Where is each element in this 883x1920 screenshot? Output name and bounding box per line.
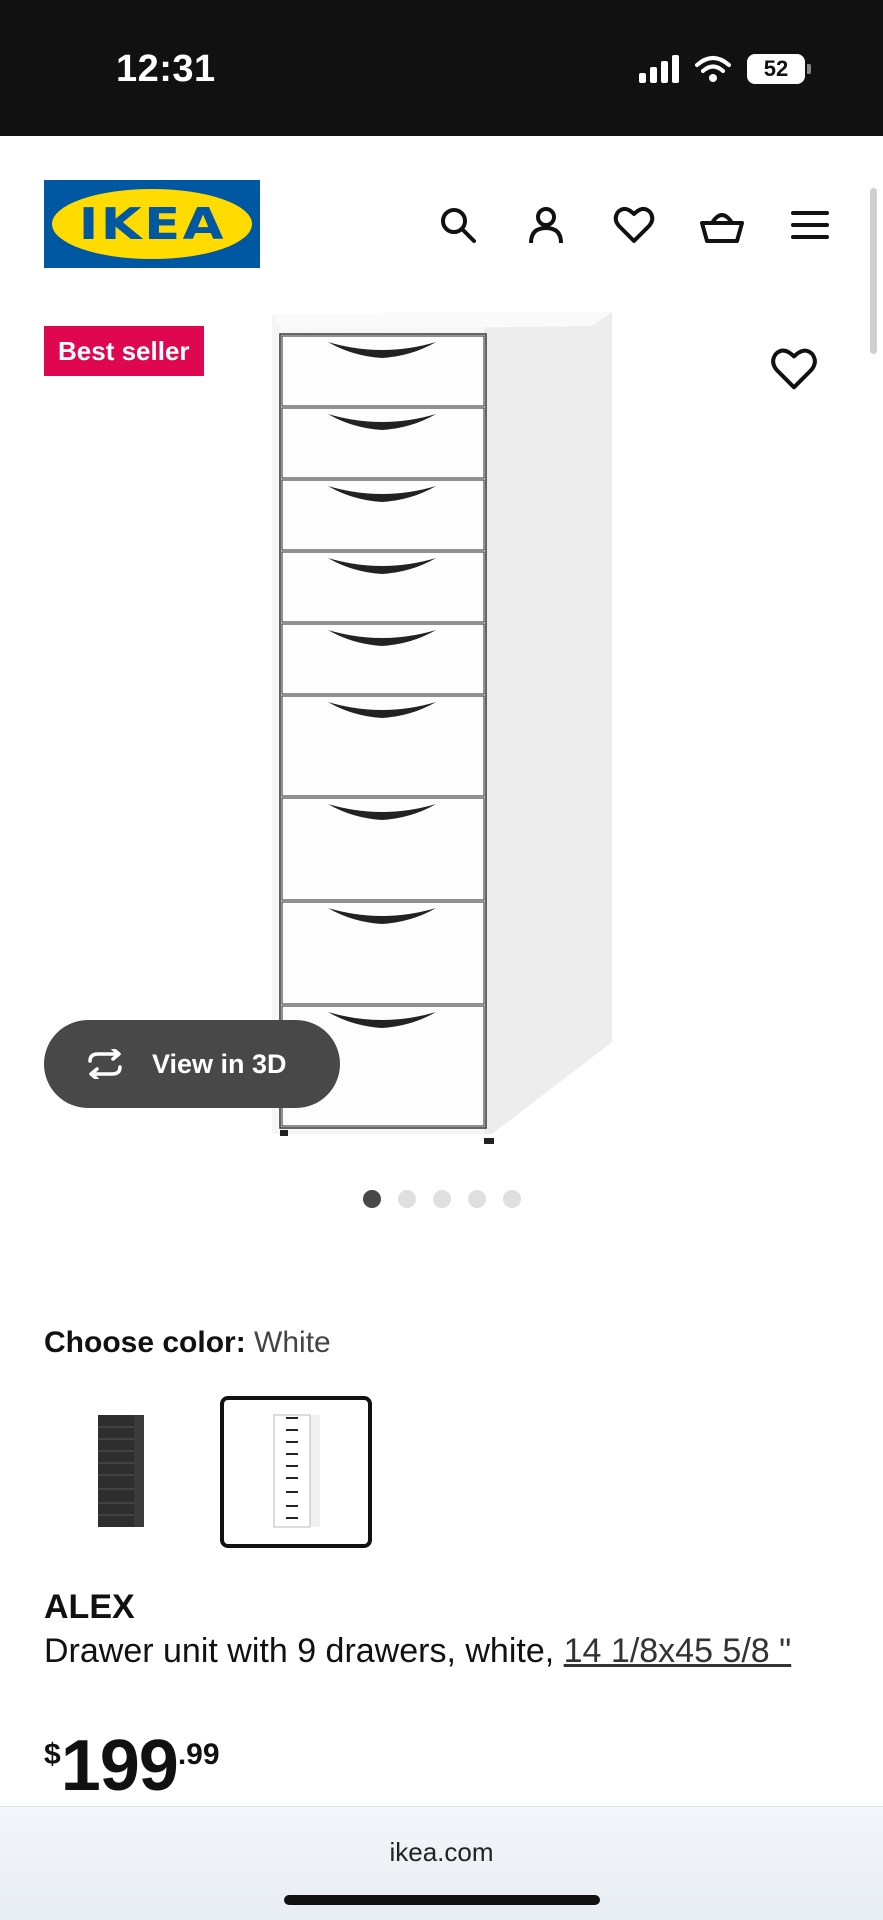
battery-level: 52: [763, 56, 789, 81]
product-price: $ 199 .99: [44, 1730, 220, 1802]
color-swatch-black-brown[interactable]: [44, 1396, 196, 1548]
url-text[interactable]: ikea.com: [0, 1837, 883, 1868]
status-indicators: 52: [639, 54, 811, 84]
color-swatches: [44, 1396, 372, 1548]
view-in-3d-label: View in 3D: [152, 1048, 287, 1079]
account-icon[interactable]: [523, 202, 569, 248]
choose-color-value: White: [254, 1326, 331, 1359]
choose-color: Choose color: White: [44, 1326, 331, 1360]
status-bar: 12:31 52: [0, 0, 883, 136]
black-brown-unit-thumbnail: [98, 1415, 144, 1527]
best-seller-badge: Best seller: [44, 326, 204, 376]
price-currency: $: [44, 1738, 61, 1771]
color-swatch-white[interactable]: [220, 1396, 372, 1548]
logo-text: IKEA: [78, 198, 226, 250]
battery-icon: 52: [747, 54, 811, 84]
product-description: Drawer unit with 9 drawers, white, 14 1/…: [44, 1630, 854, 1672]
site-header: IKEA: [0, 136, 883, 296]
choose-color-label: Choose color:: [44, 1326, 246, 1359]
add-to-favorites-heart-icon[interactable]: [770, 346, 818, 394]
carousel-dot-3[interactable]: [432, 1190, 451, 1208]
wifi-icon: [695, 56, 731, 82]
price-decimal: .99: [177, 1738, 220, 1771]
product-description-text: Drawer unit with 9 drawers, white,: [44, 1632, 564, 1670]
view-in-3d-button[interactable]: View in 3D: [44, 1020, 340, 1108]
logo-oval: IKEA: [52, 189, 252, 259]
product-name: ALEX: [44, 1588, 135, 1626]
cellular-signal-icon: [639, 55, 679, 83]
scrollbar[interactable]: [870, 188, 877, 354]
carousel-dot-4[interactable]: [467, 1190, 486, 1208]
header-nav: [435, 202, 833, 248]
menu-icon[interactable]: [787, 202, 833, 248]
price-integer: 199: [60, 1726, 179, 1806]
product-size-link[interactable]: 14 1/8x45 5/8 ": [564, 1632, 792, 1670]
basket-icon[interactable]: [699, 202, 745, 248]
rotate-3d-icon: [88, 1049, 122, 1079]
image-carousel-dots: [0, 1190, 883, 1208]
heart-icon[interactable]: [611, 202, 657, 248]
status-time: 12:31: [116, 48, 216, 90]
carousel-dot-5[interactable]: [502, 1190, 521, 1208]
carousel-dot-2[interactable]: [397, 1190, 416, 1208]
home-indicator[interactable]: [284, 1895, 600, 1905]
white-unit-thumbnail: [273, 1414, 320, 1528]
browser-url-bar[interactable]: ikea.com: [0, 1806, 883, 1920]
ikea-logo[interactable]: IKEA: [44, 180, 260, 268]
search-icon[interactable]: [435, 202, 481, 248]
carousel-dot-1[interactable]: [362, 1190, 381, 1208]
